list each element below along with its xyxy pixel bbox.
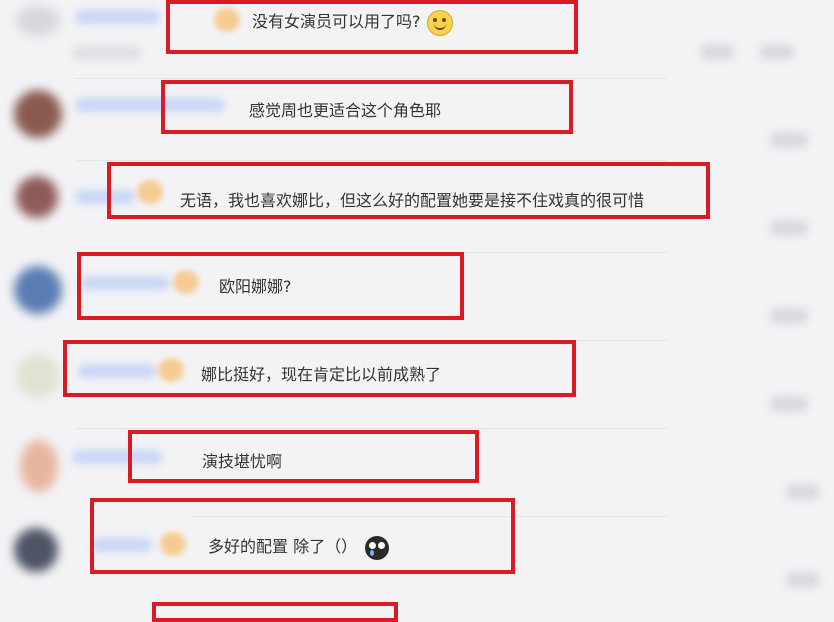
highlight-box — [128, 430, 479, 483]
comment-text: 演技堪忧啊 — [202, 452, 283, 471]
comment-item-0: 没有女演员可以用了吗? — [0, 0, 834, 75]
user-avatar[interactable] — [14, 90, 62, 138]
comment-text: 多好的配置 除了（） — [208, 533, 390, 560]
user-avatar[interactable] — [16, 176, 58, 218]
comment-item-2: 无语，我也喜欢娜比，但这么好的配置她要是接不住戏真的很可惜 — [0, 160, 834, 252]
highlight-box-next — [152, 602, 398, 622]
like-action[interactable] — [770, 132, 808, 148]
like-action[interactable] — [770, 396, 808, 412]
comment-item-6: 多好的配置 除了（） — [0, 498, 834, 622]
like-action[interactable] — [770, 220, 808, 236]
user-avatar[interactable] — [20, 440, 58, 492]
reply-action[interactable] — [700, 44, 734, 60]
crying-face-icon — [365, 535, 390, 560]
comment-meta — [72, 46, 142, 60]
comment-item-1: 感觉周也更适合这个角色耶 — [0, 78, 834, 160]
comment-item-3: 欧阳娜娜? — [0, 252, 834, 340]
comment-text: 感觉周也更适合这个角色耶 — [249, 101, 442, 120]
username[interactable] — [75, 10, 160, 24]
comment-text: 欧阳娜娜? — [219, 277, 292, 296]
smile-face-icon — [426, 9, 453, 36]
comment-text: 没有女演员可以用了吗? — [252, 8, 453, 36]
like-action[interactable] — [770, 308, 808, 324]
like-action[interactable] — [760, 44, 794, 60]
like-action[interactable] — [786, 572, 820, 588]
user-avatar[interactable] — [16, 354, 60, 398]
comment-text: 娜比挺好，现在肯定比以前成熟了 — [201, 365, 442, 384]
comment-item-4: 娜比挺好，现在肯定比以前成熟了 — [0, 340, 834, 428]
user-avatar[interactable] — [14, 528, 58, 572]
comment-text: 无语，我也喜欢娜比，但这么好的配置她要是接不住戏真的很可惜 — [180, 191, 645, 210]
user-avatar[interactable] — [14, 266, 62, 314]
user-avatar[interactable] — [16, 6, 60, 36]
